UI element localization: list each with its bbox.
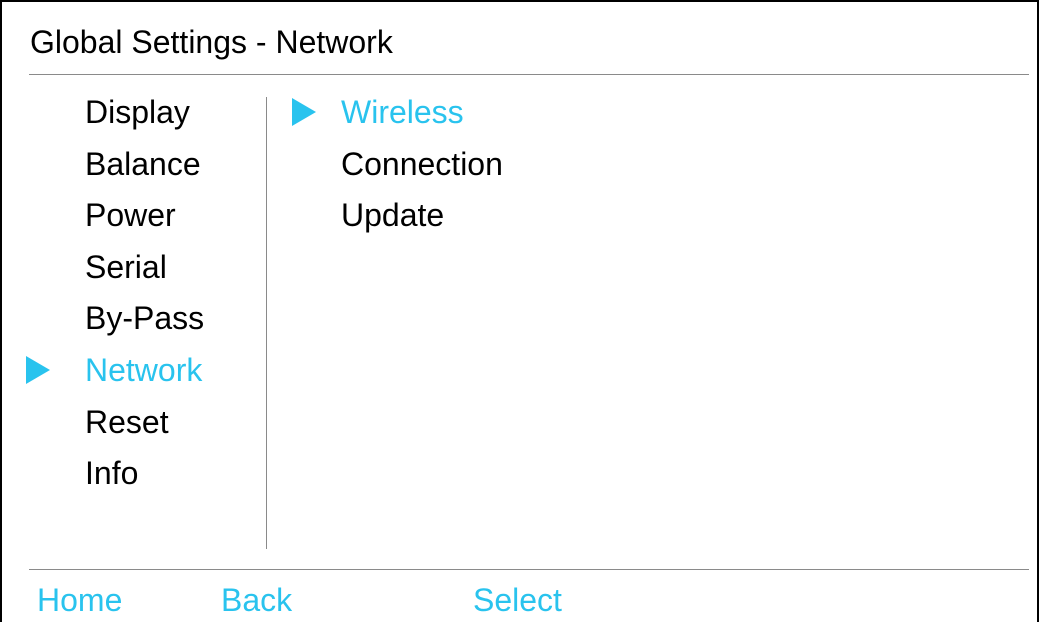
select-button[interactable]: Select [473,578,562,622]
menu-item-label: Balance [85,145,201,182]
menu-item-power[interactable]: Power [2,192,264,244]
menu-item-reset[interactable]: Reset [2,399,264,451]
column-divider [266,97,267,549]
submenu-item-label: Update [341,197,445,234]
submenu-item-wireless[interactable]: Wireless [282,89,982,141]
menu-item-serial[interactable]: Serial [2,244,264,296]
menu-item-info[interactable]: Info [2,450,264,502]
network-submenu: Wireless Connection Update [282,89,982,244]
submenu-item-label: Connection [341,145,503,182]
menu-item-network[interactable]: Network [2,347,264,399]
selection-arrow-icon [26,355,50,384]
menu-item-label: Reset [85,403,169,440]
category-menu: Display Balance Power Serial By-Pass Net… [2,89,264,502]
menu-item-label: Display [85,94,190,130]
back-button[interactable]: Back [221,578,292,622]
submenu-item-connection[interactable]: Connection [282,141,982,193]
home-button[interactable]: Home [37,578,122,622]
selection-arrow-icon [292,98,316,126]
menu-item-label: Power [85,197,176,234]
menu-item-label: Serial [85,248,167,285]
menu-item-by-pass[interactable]: By-Pass [2,295,264,347]
submenu-item-update[interactable]: Update [282,192,982,244]
header-divider [29,74,1029,75]
submenu-item-label: Wireless [341,94,464,130]
menu-item-label: By-Pass [85,300,205,337]
menu-item-display[interactable]: Display [2,89,264,141]
page-title: Global Settings - Network [30,24,393,60]
menu-item-balance[interactable]: Balance [2,141,264,193]
menu-item-label: Info [85,455,139,492]
menu-item-label: Network [85,351,203,388]
screen-frame: Global Settings - Network Display Balanc… [0,0,1039,622]
footer-divider [29,569,1029,570]
